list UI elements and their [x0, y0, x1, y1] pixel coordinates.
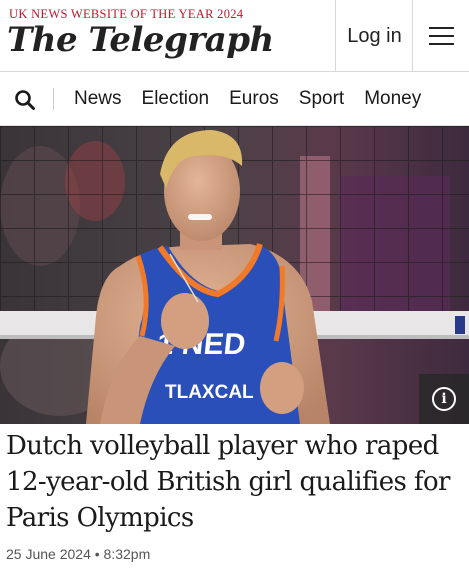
nav-item-news[interactable]: News [74, 88, 122, 110]
article-headline[interactable]: Dutch volleyball player who raped 12-yea… [6, 428, 464, 536]
nav-item-money[interactable]: Money [364, 88, 421, 110]
login-button[interactable]: Log in [335, 0, 413, 72]
nav-item-euros[interactable]: Euros [229, 88, 279, 110]
section-nav: News Election Euros Sport Money [0, 72, 469, 126]
volleyball-player-photo: 1 NED TLAXCAL [0, 126, 469, 424]
jersey-sponsor-text: TLAXCAL [165, 382, 254, 403]
site-header: UK News Website of the Year 2024 The Tel… [0, 0, 469, 72]
search-icon[interactable] [14, 89, 36, 111]
hamburger-menu-icon [429, 27, 454, 45]
nav-divider [53, 88, 54, 110]
article-hero-image[interactable]: 1 NED TLAXCAL i [0, 126, 469, 424]
publish-time: 8:32pm [103, 546, 151, 562]
menu-button[interactable] [412, 0, 469, 72]
article-dateline: 25 June 2024 • 8:32pm [6, 546, 150, 562]
telegraph-logo[interactable]: The Telegraph [7, 20, 274, 60]
info-icon: i [432, 387, 456, 411]
nav-item-election[interactable]: Election [142, 88, 210, 110]
nav-item-sport[interactable]: Sport [299, 88, 344, 110]
image-info-button[interactable]: i [419, 374, 469, 424]
nav-scroll-fade [429, 72, 469, 125]
publish-date: 25 June 2024 [6, 546, 91, 562]
dateline-separator: • [94, 546, 100, 562]
nav-links: News Election Euros Sport Money [74, 72, 441, 125]
